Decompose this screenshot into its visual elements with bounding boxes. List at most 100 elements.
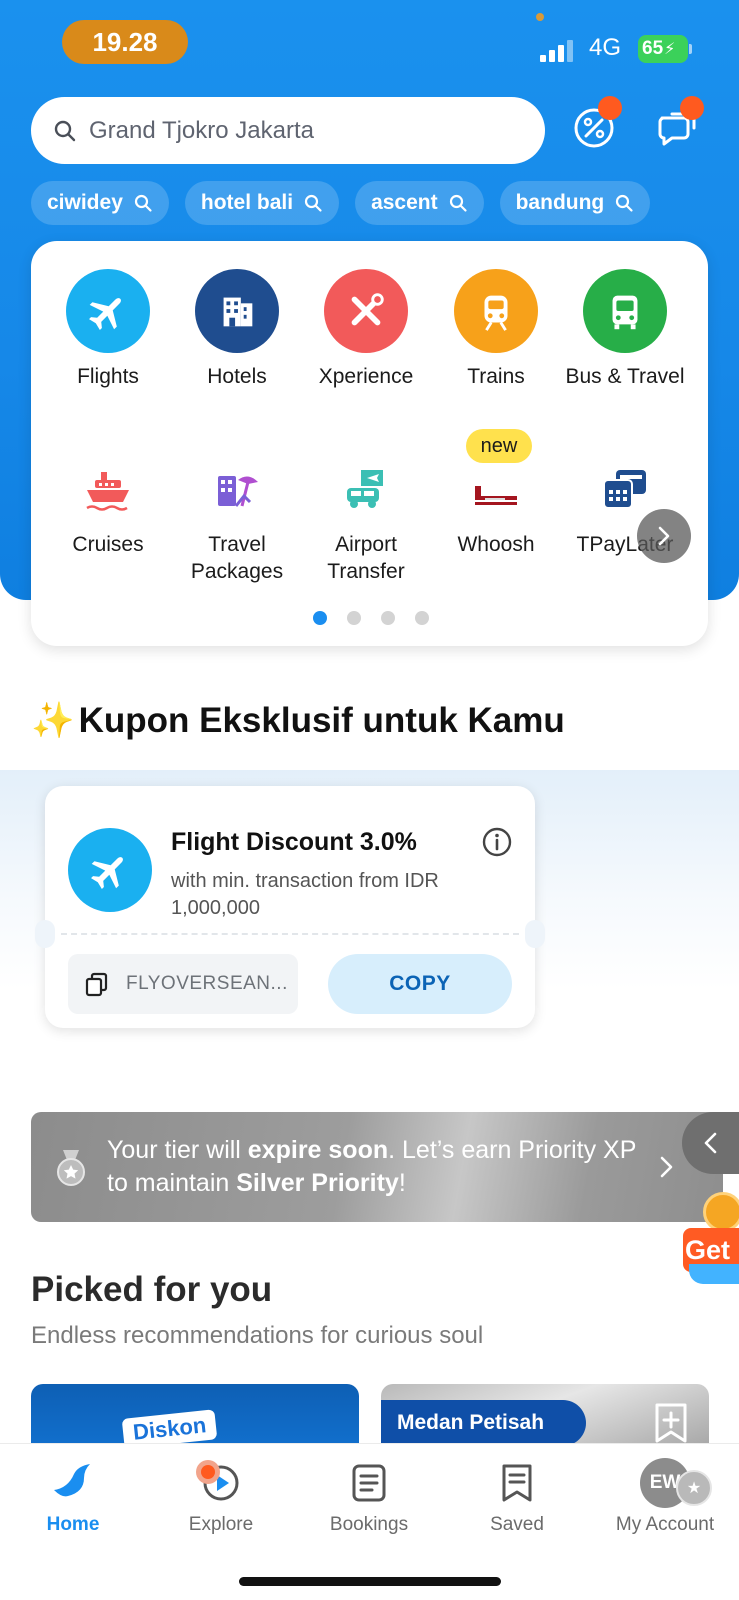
train-icon	[454, 269, 538, 353]
chevron-right-icon	[658, 526, 670, 546]
wave-decoration	[689, 1264, 739, 1284]
coupon-section-title-text: Kupon Eksklusif untuk Kamu	[78, 701, 565, 740]
airplane-icon	[66, 269, 150, 353]
privacy-indicator-dot	[536, 13, 544, 21]
product-label: Whoosh	[457, 533, 535, 556]
copy-button[interactable]: COPY	[328, 954, 512, 1014]
nav-explore[interactable]: Explore	[156, 1458, 286, 1536]
battery-indicator: 65 ⚡	[638, 35, 688, 63]
nav-home[interactable]: Home	[8, 1458, 138, 1536]
product-bus-travel[interactable]: Bus & Travel	[560, 269, 690, 390]
coupon-description: with min. transaction from IDR 1,000,000	[171, 870, 439, 919]
floating-panel-handle[interactable]	[682, 1112, 739, 1174]
product-label: Travel Packages	[190, 533, 284, 583]
picked-section-title: Picked for you	[31, 1270, 273, 1309]
nav-label: My Account	[615, 1514, 715, 1535]
tpaylater-icon	[595, 459, 655, 519]
account-avatar: EW ★	[640, 1458, 712, 1508]
bookings-list-icon	[344, 1458, 394, 1508]
search-icon	[449, 194, 467, 212]
product-label: Trains	[467, 365, 525, 388]
chip-label: bandung	[515, 191, 605, 214]
nav-saved[interactable]: Saved	[452, 1458, 582, 1536]
chip-bandung[interactable]: bandung	[499, 181, 651, 225]
chat-notification-badge	[680, 96, 704, 120]
tier-expiry-banner[interactable]: Your tier will expire soon. Let’s earn P…	[31, 1112, 723, 1222]
tier-name: Silver Priority	[236, 1169, 399, 1197]
search-bar[interactable]: Grand Tjokro Jakarta	[31, 97, 545, 164]
saved-list-icon	[492, 1458, 542, 1508]
medal-icon	[57, 1150, 85, 1186]
silver-medal-icon: ★	[676, 1470, 712, 1506]
promo-notification-badge	[598, 96, 622, 120]
whoosh-train-icon	[466, 459, 526, 519]
chat-button[interactable]	[652, 96, 704, 152]
hotel-building-icon	[195, 269, 279, 353]
xperience-icon	[324, 269, 408, 353]
sparkles-icon: ✨	[31, 701, 75, 740]
location-label: Medan Petisah	[381, 1400, 586, 1446]
network-type: 4G	[589, 34, 622, 61]
promo-button[interactable]	[570, 96, 622, 152]
search-placeholder: Grand Tjokro Jakarta	[89, 116, 314, 144]
bus-icon	[583, 269, 667, 353]
status-time: 19.28	[62, 20, 188, 64]
page-dot-active[interactable]	[313, 611, 327, 625]
coupon-divider	[61, 933, 519, 935]
product-label: Flights	[77, 365, 139, 388]
chip-label: ascent	[371, 191, 438, 214]
signal-strength-icon	[540, 38, 576, 62]
battery-level: 65	[642, 38, 664, 59]
nav-label: Explore	[188, 1514, 254, 1535]
explore-play-icon	[196, 1458, 246, 1508]
product-travel-packages[interactable]: Travel Packages	[172, 459, 302, 585]
coupon-title: Flight Discount 3.0%	[171, 828, 417, 856]
product-flights[interactable]: Flights	[43, 269, 173, 390]
search-icon	[304, 194, 322, 212]
chevron-left-icon	[704, 1132, 717, 1154]
product-menu-card: Flights Hotels Xperience Trains Bus & Tr…	[31, 241, 708, 646]
chip-hotel-bali[interactable]: hotel bali	[184, 181, 340, 225]
tier-text-bold: expire soon	[247, 1136, 389, 1164]
cruise-ship-icon	[78, 459, 138, 519]
search-icon	[616, 194, 633, 212]
search-icon	[134, 194, 152, 212]
product-label: Airport Transfer	[327, 533, 405, 583]
chevron-right-icon	[660, 1156, 673, 1178]
nav-label: Saved	[490, 1514, 544, 1535]
popular-search-chips: ciwidey hotel bali ascent bandung	[31, 181, 651, 225]
avatar: EW ★	[640, 1458, 712, 1508]
nav-my-account[interactable]: EW ★ My Account	[600, 1458, 730, 1536]
tier-text-part: !	[398, 1169, 406, 1197]
new-badge: new	[466, 429, 532, 463]
page-dot[interactable]	[381, 611, 395, 625]
info-icon[interactable]	[481, 826, 513, 858]
product-label: Cruises	[72, 533, 144, 556]
chip-ciwidey[interactable]: ciwidey	[31, 181, 169, 225]
coupon-notch	[35, 920, 55, 948]
page-dot[interactable]	[347, 611, 361, 625]
coupon-code-box[interactable]: FLYOVERSEAN...	[68, 954, 298, 1014]
next-page-button[interactable]	[637, 509, 691, 563]
search-icon	[54, 120, 76, 141]
nav-label: Home	[46, 1514, 100, 1535]
product-label: Xperience	[318, 365, 414, 388]
chip-ascent[interactable]: ascent	[355, 181, 484, 225]
product-cruises[interactable]: Cruises	[43, 459, 173, 558]
coupon-section-title: ✨ Kupon Eksklusif untuk Kamu	[31, 700, 565, 741]
product-label: Hotels	[207, 365, 267, 388]
nav-bookings[interactable]: Bookings	[304, 1458, 434, 1536]
product-xperience[interactable]: Xperience	[301, 269, 431, 390]
product-hotels[interactable]: Hotels	[172, 269, 302, 390]
product-whoosh[interactable]: Whoosh	[431, 459, 561, 558]
floating-promo-widget[interactable]: Get	[683, 1192, 739, 1284]
nav-label: Bookings	[329, 1514, 409, 1535]
coupon-card[interactable]: Flight Discount 3.0% with min. transacti…	[35, 786, 545, 1028]
bookmark-add-icon[interactable]	[653, 1402, 689, 1444]
page-dot[interactable]	[415, 611, 429, 625]
page-indicator	[313, 611, 429, 625]
product-trains[interactable]: Trains	[431, 269, 561, 390]
product-airport-transfer[interactable]: Airport Transfer	[301, 459, 431, 585]
explore-notification-dot	[196, 1460, 220, 1484]
tier-message: Your tier will expire soon. Let’s earn P…	[107, 1134, 647, 1200]
